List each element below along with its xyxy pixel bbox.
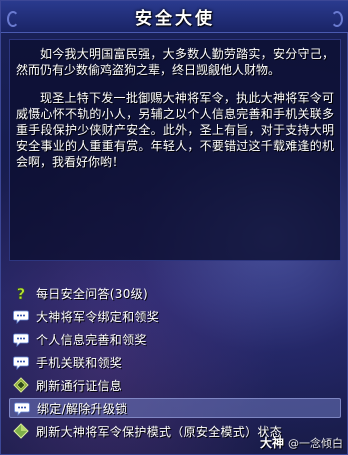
option-label: 绑定/解除升级锁	[37, 401, 128, 416]
svg-text:?: ?	[17, 285, 26, 301]
option-label: 个人信息完善和领奖	[36, 332, 147, 347]
watermark-user: @一念倾白	[288, 436, 343, 450]
option-daily-quiz[interactable]: ? 每日安全问答(30级)	[9, 283, 341, 303]
chat-bubble-icon	[13, 356, 29, 370]
option-phone-link-reward[interactable]: 手机关联和领奖	[9, 352, 341, 372]
diamond-gem-icon	[13, 377, 29, 393]
gem-icon	[13, 423, 29, 439]
option-token-bind-reward[interactable]: 大神将军令绑定和领奖	[9, 306, 341, 326]
title-bar: 安全大使	[1, 1, 348, 33]
option-personal-info-reward[interactable]: 个人信息完善和领奖	[9, 329, 341, 349]
dialog-paragraph-2: 现圣上特下发一批御赐大神将军令，执此大神将军令可威慑心怀不轨的小人，另辅之以个人…	[16, 91, 334, 169]
chat-bubble-icon	[13, 333, 29, 347]
dialog-paragraph-1: 如今我大明国富民强，大多数人勤劳踏实，安分守己，然而仍有少数偷鸡盗狗之辈，终日觊…	[16, 47, 334, 77]
watermark: 大神 @一念倾白	[260, 434, 343, 451]
chat-bubble-icon	[13, 310, 29, 324]
option-label: 刷新通行证信息	[36, 378, 123, 393]
option-upgrade-lock[interactable]: 绑定/解除升级锁	[9, 398, 341, 418]
option-refresh-passport[interactable]: 刷新通行证信息	[9, 375, 341, 395]
option-label: 手机关联和领奖	[36, 355, 123, 370]
watermark-brand: 大神	[259, 436, 284, 450]
option-label: 大神将军令绑定和领奖	[36, 309, 160, 324]
chat-bubble-icon	[14, 402, 30, 416]
dialog-options-list: ? 每日安全问答(30级) 大神将军令绑定和领奖 个人信息完善和领奖 手机关联和	[9, 283, 341, 444]
npc-dialog-panel: 安全大使 如今我大明国富民强，大多数人勤劳踏实，安分守己，然而仍有少数偷鸡盗狗之…	[0, 0, 348, 455]
question-icon: ?	[16, 285, 26, 301]
dialog-title: 安全大使	[135, 9, 215, 29]
option-label: 刷新大神将军令保护模式（原安全模式）状态	[36, 424, 283, 439]
option-label: 每日安全问答(30级)	[36, 286, 148, 301]
dialog-text-box: 如今我大明国富民强，大多数人勤劳踏实，安分守己，然而仍有少数偷鸡盗狗之辈，终日觊…	[9, 39, 341, 261]
